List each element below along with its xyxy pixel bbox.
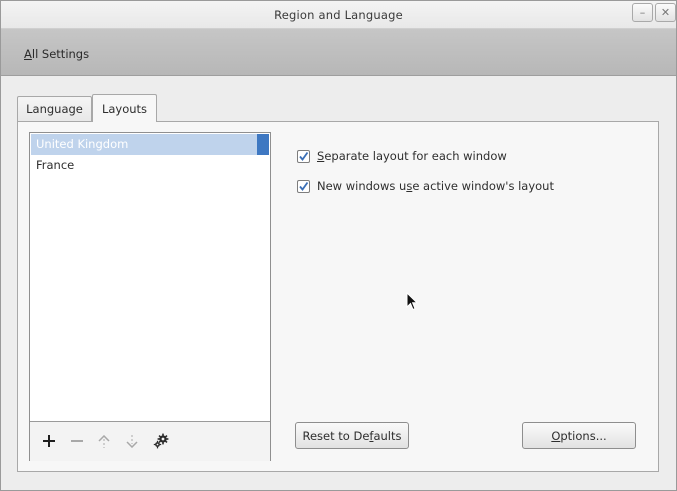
gear-icon <box>153 433 169 449</box>
settings-toolbar: All Settings <box>1 29 676 76</box>
options-label: Options... <box>551 429 606 443</box>
separate-layout-option[interactable]: Separate layout for each window <box>297 148 507 164</box>
move-up-button[interactable] <box>94 431 114 451</box>
list-item-label: France <box>36 158 75 172</box>
minimize-button[interactable]: – <box>632 3 653 22</box>
tab-layouts[interactable]: Layouts <box>92 94 157 122</box>
layout-settings-button[interactable] <box>151 431 171 451</box>
titlebar[interactable]: Region and Language – ✕ <box>1 1 676 29</box>
all-settings-label: ll Settings <box>31 47 90 61</box>
checkmark-icon <box>299 181 309 191</box>
new-windows-option[interactable]: New windows use active window's layout <box>297 178 554 194</box>
checkmark-icon <box>299 151 309 161</box>
tab-language-label: Language <box>26 102 83 116</box>
minus-icon <box>71 440 83 442</box>
new-windows-text-after: e active window's layout <box>412 179 554 193</box>
list-scrollbar[interactable] <box>257 134 269 155</box>
options-text: ptions... <box>560 428 607 443</box>
reset-text-before: Reset to De <box>302 428 370 443</box>
reset-to-defaults-label: Reset to Defaults <box>302 429 401 443</box>
list-item-label: United Kingdom <box>36 137 129 151</box>
layouts-list: United Kingdom France <box>29 132 271 461</box>
list-item-united-kingdom[interactable]: United Kingdom <box>31 134 259 155</box>
move-down-button[interactable] <box>122 431 142 451</box>
window-title: Region and Language <box>274 8 403 22</box>
mouse-cursor-icon <box>406 292 418 311</box>
list-item-france[interactable]: France <box>31 155 259 176</box>
separate-layout-label: Separate layout for each window <box>317 149 507 163</box>
tab-layouts-label: Layouts <box>101 101 148 116</box>
reset-text-after: aults <box>373 428 402 443</box>
list-toolbar <box>30 421 270 461</box>
add-layout-button[interactable] <box>39 431 59 451</box>
all-settings-mnemonic: A <box>24 47 32 61</box>
move-down-icon <box>126 434 138 448</box>
remove-layout-button[interactable] <box>67 431 87 451</box>
separate-layout-text: eparate layout for each window <box>324 149 507 163</box>
options-button[interactable]: Options... <box>522 422 636 449</box>
all-settings-button[interactable]: All Settings <box>24 47 89 61</box>
tab-language[interactable]: Language <box>17 96 92 121</box>
reset-to-defaults-button[interactable]: Reset to Defaults <box>295 422 409 449</box>
close-icon: ✕ <box>660 6 671 19</box>
minimize-icon: – <box>639 6 646 19</box>
separate-layout-checkbox[interactable] <box>297 149 310 163</box>
new-windows-text-before: New windows u <box>317 179 407 193</box>
plus-icon <box>43 435 55 447</box>
move-up-icon <box>98 434 110 448</box>
new-windows-label: New windows use active window's layout <box>317 179 554 193</box>
close-button[interactable]: ✕ <box>655 3 676 22</box>
new-windows-checkbox[interactable] <box>297 179 310 193</box>
